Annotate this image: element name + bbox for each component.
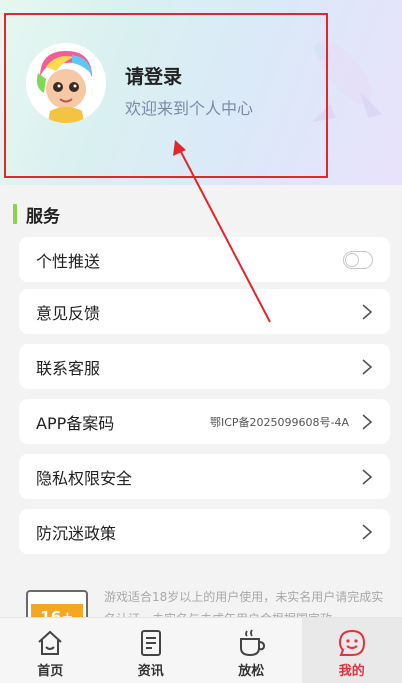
- tab-label: 放松: [238, 664, 265, 679]
- tab-relax[interactable]: 放松: [201, 618, 302, 683]
- avatar[interactable]: [26, 43, 106, 123]
- menu-item-anti-addiction[interactable]: 防沉迷政策: [19, 509, 390, 554]
- tab-news[interactable]: 资讯: [101, 618, 202, 683]
- login-card[interactable]: 请登录 欢迎来到个人中心: [4, 13, 328, 178]
- tab-label: 资讯: [137, 664, 164, 679]
- chevron-right-icon: [362, 523, 373, 540]
- login-subtitle: 欢迎来到个人中心: [125, 99, 254, 118]
- section-accent-bar: [13, 204, 17, 224]
- menu-item-label: 联系客服: [36, 358, 101, 378]
- cartoon-avatar-icon: [26, 43, 106, 123]
- icp-record-number: 鄂ICP备2025099608号-4A: [209, 415, 349, 429]
- tab-label: 首页: [37, 664, 64, 679]
- toggle-knob: [345, 252, 359, 267]
- menu-item-label: 意见反馈: [36, 303, 101, 323]
- menu-item-label: 隐私权限安全: [36, 468, 133, 488]
- services-section-title: 服务: [26, 206, 60, 227]
- chevron-right-icon: [362, 358, 373, 375]
- smile-icon: [338, 629, 365, 656]
- tab-home[interactable]: 首页: [0, 618, 101, 683]
- bottom-tab-bar: 首页 资讯 放松 我的: [0, 617, 402, 683]
- menu-item-label: 个性推送: [36, 251, 101, 271]
- menu-item-app-record[interactable]: APP备案码 鄂ICP备2025099608号-4A: [19, 399, 390, 444]
- menu-item-customer-service[interactable]: 联系客服: [19, 344, 390, 389]
- menu-item-label: APP备案码: [36, 413, 115, 433]
- chevron-right-icon: [362, 303, 373, 320]
- menu-item-label: 防沉迷政策: [36, 523, 117, 543]
- cup-icon: [240, 629, 266, 657]
- menu-item-feedback[interactable]: 意见反馈: [19, 289, 390, 334]
- tab-mine[interactable]: 我的: [301, 618, 402, 683]
- menu-item-push[interactable]: 个性推送: [19, 237, 390, 282]
- push-toggle[interactable]: [343, 250, 373, 269]
- services-section-header: 服务: [13, 203, 60, 227]
- chevron-right-icon: [362, 468, 373, 485]
- menu-item-privacy[interactable]: 隐私权限安全: [19, 454, 390, 499]
- login-title[interactable]: 请登录: [125, 62, 182, 89]
- tab-label: 我的: [338, 664, 365, 679]
- home-icon: [38, 630, 62, 655]
- news-icon: [140, 630, 161, 656]
- chevron-right-icon: [362, 413, 373, 430]
